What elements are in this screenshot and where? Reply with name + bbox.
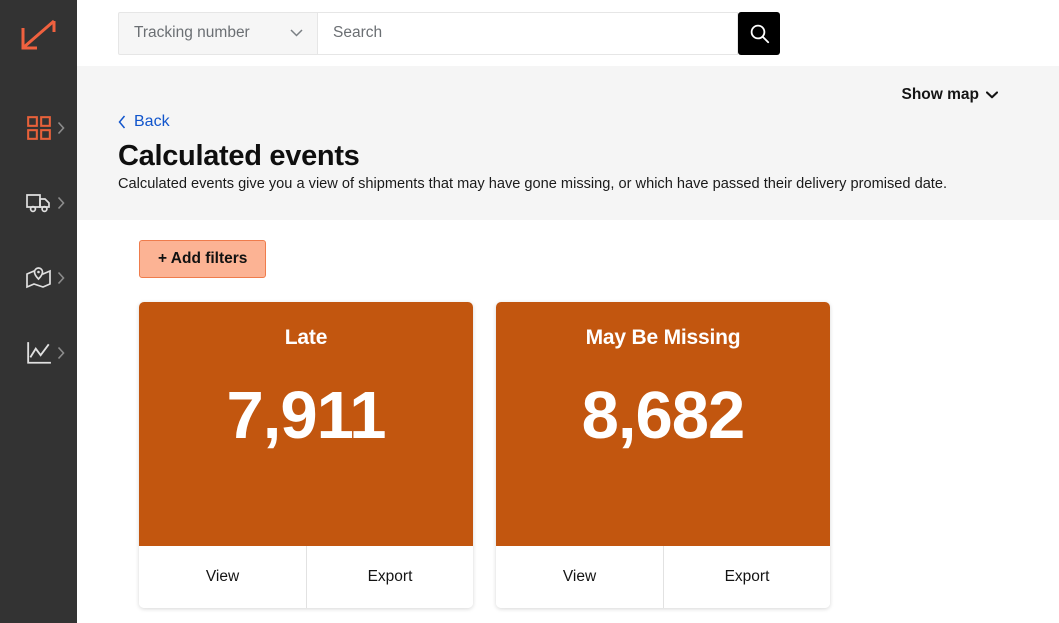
sidebar-item-map[interactable]	[0, 240, 77, 315]
calculated-event-cards: Late 7,911 View Export May Be Missing 8,…	[139, 302, 1059, 608]
sidebar	[0, 0, 77, 623]
card-may-be-missing: May Be Missing 8,682 View Export	[496, 302, 830, 608]
card-actions: View Export	[496, 546, 830, 608]
card-body: Late 7,911	[139, 302, 473, 546]
show-map-toggle[interactable]: Show map	[901, 86, 998, 104]
grid-dashboard-icon	[26, 115, 52, 141]
page-title: Calculated events	[118, 140, 360, 173]
card-title: May Be Missing	[586, 326, 741, 350]
chevron-right-icon	[57, 121, 65, 134]
view-button[interactable]: View	[496, 546, 663, 608]
card-value: 8,682	[582, 382, 745, 449]
main-area: Tracking number Show map	[77, 0, 1059, 623]
view-button[interactable]: View	[139, 546, 306, 608]
back-link[interactable]: Back	[118, 113, 170, 131]
top-search-bar: Tracking number	[77, 0, 1059, 66]
page-header-band: Show map Back Calculated events Calculat…	[77, 66, 1059, 220]
chevron-left-icon	[118, 115, 126, 129]
search-type-select[interactable]: Tracking number	[118, 12, 318, 55]
card-actions: View Export	[139, 546, 473, 608]
search-icon	[749, 23, 770, 44]
app-logo[interactable]	[0, 0, 77, 70]
search-input[interactable]	[318, 12, 738, 55]
page-subtitle: Calculated events give you a view of shi…	[118, 176, 947, 192]
add-filters-button[interactable]: + Add filters	[139, 240, 266, 278]
line-chart-icon	[26, 340, 52, 366]
card-title: Late	[285, 326, 327, 350]
map-pin-icon	[26, 265, 52, 291]
chevron-down-icon	[290, 29, 303, 37]
chevron-right-icon	[57, 346, 65, 359]
sidebar-item-dashboard[interactable]	[0, 90, 77, 165]
card-body: May Be Missing 8,682	[496, 302, 830, 546]
sidebar-nav	[0, 90, 77, 390]
card-value: 7,911	[227, 382, 386, 449]
chevron-down-icon	[986, 91, 998, 99]
sidebar-item-shipments[interactable]	[0, 165, 77, 240]
check-arrow-logo-icon	[21, 19, 57, 51]
chevron-right-icon	[57, 196, 65, 209]
card-late: Late 7,911 View Export	[139, 302, 473, 608]
search-group: Tracking number	[118, 12, 780, 55]
export-button[interactable]: Export	[663, 546, 830, 608]
app-root: Tracking number Show map	[0, 0, 1059, 623]
sidebar-item-analytics[interactable]	[0, 315, 77, 390]
search-type-value: Tracking number	[134, 24, 250, 42]
export-button[interactable]: Export	[306, 546, 473, 608]
content-panel: + Add filters Late 7,911 View Export May…	[118, 220, 1059, 623]
back-label: Back	[134, 113, 170, 131]
show-map-label: Show map	[901, 86, 979, 104]
search-button[interactable]	[738, 12, 780, 55]
truck-shipments-icon	[26, 190, 52, 216]
chevron-right-icon	[57, 271, 65, 284]
